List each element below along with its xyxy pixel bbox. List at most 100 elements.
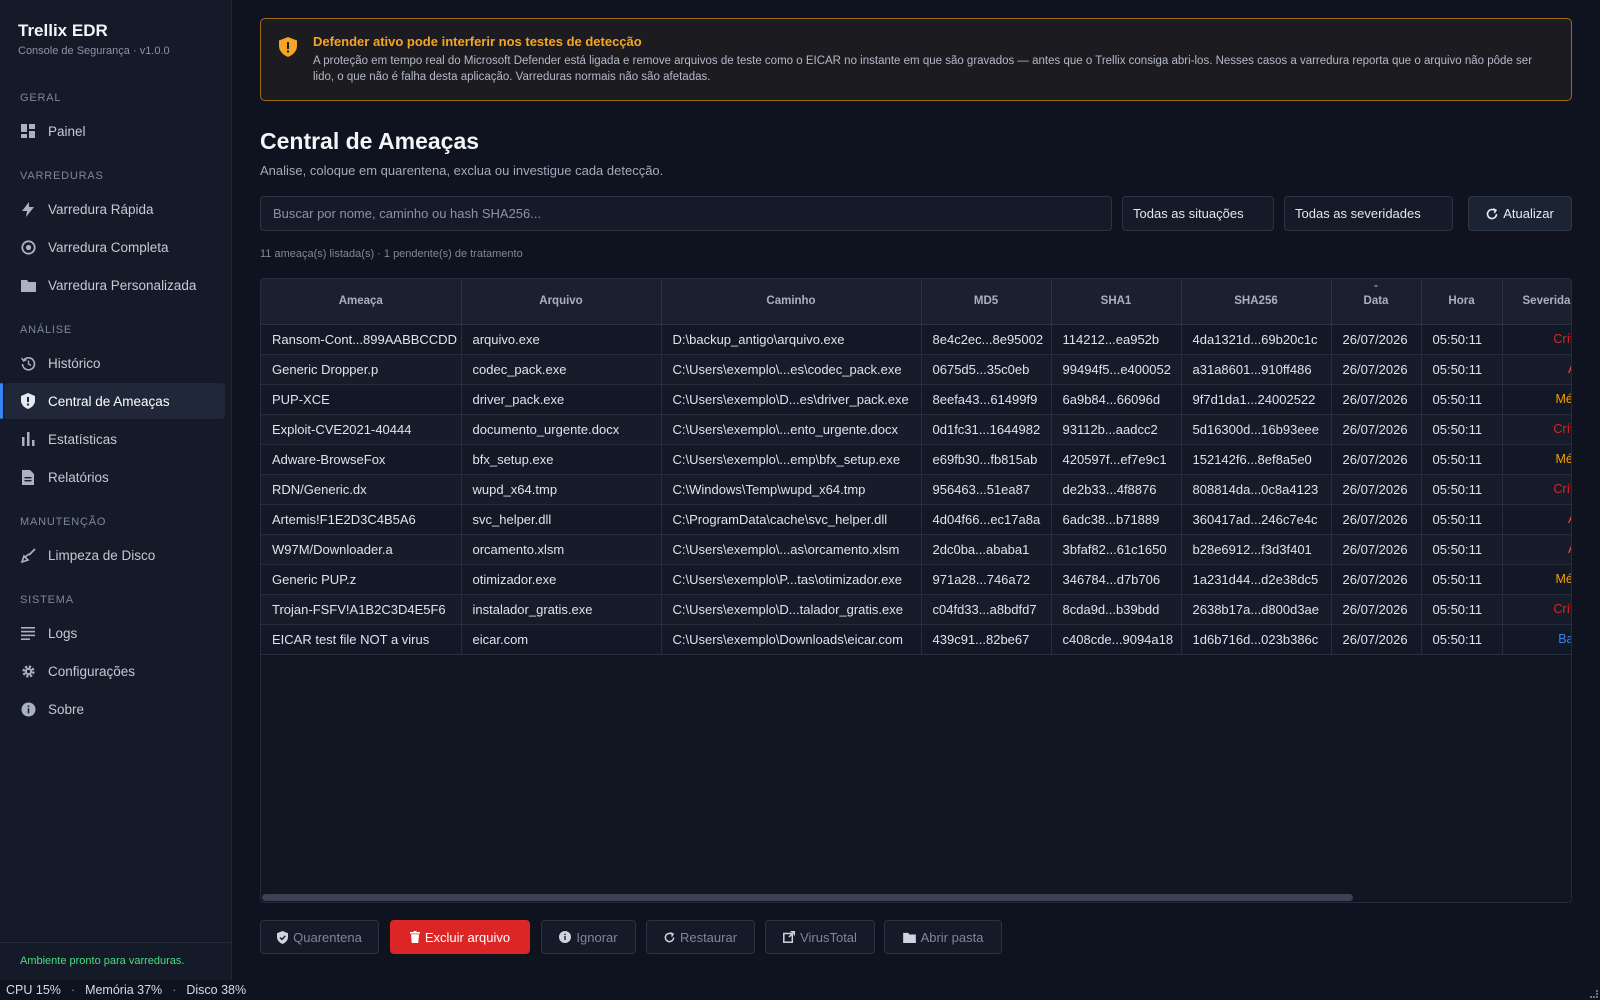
cell-severidade: Alta (1502, 504, 1571, 535)
table-row[interactable]: Ransom-Cont...899AABBCCDD arquivo.exe D:\b… (261, 324, 1571, 355)
refresh-button[interactable]: Atualizar (1468, 196, 1572, 231)
sidebar-item-label: Histórico (48, 355, 101, 371)
virustotal-button[interactable]: VirusTotal (765, 920, 875, 954)
alert-text: A proteção em tempo real do Microsoft De… (313, 55, 1533, 83)
quarantine-button[interactable]: Quarentena (260, 920, 379, 954)
sidebar-item-label: Logs (48, 625, 78, 641)
table-row[interactable]: W97M/Downloader.a orcamento.xlsm C:\Users\… (261, 534, 1571, 565)
cell-ameaca: Trojan-FSFV!A1B2C3D4E5F6 (261, 594, 462, 625)
sidebar-item-label: Configurações (48, 663, 136, 679)
folder-icon (20, 277, 36, 293)
cell-sha1: 420597f...ef7e9c1 (1051, 444, 1182, 475)
delete-file-button[interactable]: Excluir arquivo (390, 920, 530, 954)
sidebar-item-central-de-ameacas[interactable]: Central de Ameaças (0, 383, 225, 419)
cell-hora: 05:50:11 (1421, 534, 1503, 565)
ignore-button[interactable]: Ignorar (541, 920, 636, 954)
horizontal-scrollbar[interactable] (261, 892, 1571, 902)
info-icon (20, 701, 36, 717)
sidebar-item-estatisticas[interactable]: Estatísticas (4, 421, 225, 457)
bar-chart-icon (20, 431, 36, 447)
cell-caminho: C:\Users\exemplo\...ento_urgente.docx (661, 414, 922, 445)
scrollbar-thumb[interactable] (262, 894, 1353, 901)
sidebar-item-relatorios[interactable]: Relatórios (4, 459, 225, 495)
cell-ameaca: Generic PUP.z (261, 564, 462, 595)
sidebar-item-historico[interactable]: Histórico (4, 345, 225, 381)
table-row[interactable]: Artemis!F1E2D3C4B5A6 svc_helper.dll C:\Pro… (261, 504, 1571, 535)
app-subtitle: Console de Segurança · v1.0.0 (18, 45, 170, 57)
sidebar-item-painel[interactable]: Painel (4, 113, 225, 149)
sidebar-divider (0, 942, 231, 943)
sidebar-item-label: Limpeza de Disco (48, 547, 156, 563)
sidebar-item-varredura-personalizada[interactable]: Varredura Personalizada (4, 267, 225, 303)
cell-severidade: Crítica (1502, 594, 1571, 625)
cell-sha256: 5d16300d...16b93eee (1181, 414, 1332, 445)
column-header-data[interactable]: ⌄ Data (1331, 279, 1422, 325)
sidebar-item-logs[interactable]: Logs (4, 615, 225, 651)
severity-filter-select[interactable]: Todas as severidades (1284, 196, 1453, 231)
ignore-label: Ignorar (576, 929, 618, 945)
refresh-icon (664, 931, 675, 943)
cell-hora: 05:50:11 (1421, 564, 1503, 595)
column-header-sha1[interactable]: SHA1 (1051, 279, 1182, 325)
cell-severidade: Alta (1502, 534, 1571, 565)
cell-hora: 05:50:11 (1421, 354, 1503, 385)
column-header-md5[interactable]: MD5 (921, 279, 1052, 325)
warning-shield-icon (279, 37, 299, 57)
cell-arquivo: documento_urgente.docx (461, 414, 662, 445)
cell-hora: 05:50:11 (1421, 624, 1503, 655)
table-row[interactable]: Generic Dropper.p codec_pack.exe C:\Users\… (261, 354, 1571, 385)
table-row[interactable]: Trojan-FSFV!A1B2C3D4E5F6 instalador_grati… (261, 594, 1571, 625)
quarantine-label: Quarentena (293, 929, 362, 945)
document-icon (20, 469, 36, 485)
cell-sha256: a31a8601...910ff486 (1181, 354, 1332, 385)
sidebar-item-limpeza-de-disco[interactable]: Limpeza de Disco (4, 537, 225, 573)
cell-ameaca: Exploit-CVE2021-40444 (261, 414, 462, 445)
table-row[interactable]: PUP-XCE driver_pack.exe C:\Users\exemplo\D… (261, 384, 1571, 415)
cell-arquivo: codec_pack.exe (461, 354, 662, 385)
cell-hora: 05:50:11 (1421, 594, 1503, 625)
table-row[interactable]: Adware-BrowseFox bfx_setup.exe C:\Users\ex… (261, 444, 1571, 475)
column-header-sha256[interactable]: SHA256 (1181, 279, 1332, 325)
resize-grip-icon[interactable] (1590, 990, 1598, 998)
restore-label: Restaurar (679, 929, 738, 945)
sidebar-item-varredura-completa[interactable]: Varredura Completa (4, 229, 225, 265)
sidebar-item-label: Painel (48, 123, 86, 139)
cell-data: 26/07/2026 (1331, 594, 1422, 625)
search-input[interactable] (260, 196, 1112, 231)
cell-md5: 2dc0ba...ababa1 (921, 534, 1052, 565)
cell-sha256: 2638b17a...d800d3ae (1181, 594, 1332, 625)
sidebar-item-configuracoes[interactable]: Configurações (4, 653, 225, 689)
column-header-hora[interactable]: Hora (1421, 279, 1503, 325)
cell-sha256: 4da1321d...69b20c1c (1181, 324, 1332, 355)
table-row[interactable]: RDN/Generic.dx wupd_x64.tmp C:\Windows\Tem… (261, 474, 1571, 505)
cell-arquivo: eicar.com (461, 624, 662, 655)
column-header-caminho[interactable]: Caminho (661, 279, 922, 325)
cell-ameaca: Adware-BrowseFox (261, 444, 462, 475)
cell-caminho: C:\Users\exemplo\D...talador_gratis.exe (661, 594, 922, 625)
sidebar-item-sobre[interactable]: Sobre (4, 691, 225, 727)
sidebar-item-varredura-rapida[interactable]: Varredura Rápida (4, 191, 225, 227)
sidebar-item-label: Sobre (48, 701, 85, 717)
cell-ameaca: RDN/Generic.dx (261, 474, 462, 505)
cell-caminho: C:\Users\exemplo\...as\orcamento.xlsm (661, 534, 922, 565)
nav-section-geral: GERAL (20, 92, 62, 104)
cell-hora: 05:50:11 (1421, 444, 1503, 475)
defender-warning-banner: Defender ativo pode interferir nos teste… (260, 18, 1572, 101)
restore-button[interactable]: Restaurar (646, 920, 755, 954)
table-row[interactable]: EICAR test file NOT a virus eicar.com C:\U… (261, 624, 1571, 655)
table-row[interactable]: Exploit-CVE2021-40444 documento_urgente.d… (261, 414, 1571, 445)
folder-icon (902, 932, 916, 943)
column-header-severidade[interactable]: Severidade (1502, 279, 1571, 325)
cell-arquivo: arquivo.exe (461, 324, 662, 355)
column-header-arquivo[interactable]: Arquivo (461, 279, 662, 325)
open-folder-button[interactable]: Abrir pasta (884, 920, 1002, 954)
cell-severidade: Crítica (1502, 474, 1571, 505)
cell-caminho: D:\backup_antigo\arquivo.exe (661, 324, 922, 355)
cell-md5: 0d1fc31...1644982 (921, 414, 1052, 445)
column-header-ameaca[interactable]: Ameaça (261, 279, 462, 325)
table-row[interactable]: Generic PUP.z otimizador.exe C:\Users\exem… (261, 564, 1571, 595)
cpu-usage: CPU 15% (6, 983, 61, 997)
cell-md5: e69fb30...fb815ab (921, 444, 1052, 475)
cell-data: 26/07/2026 (1331, 504, 1422, 535)
status-filter-select[interactable]: Todas as situações (1122, 196, 1274, 231)
